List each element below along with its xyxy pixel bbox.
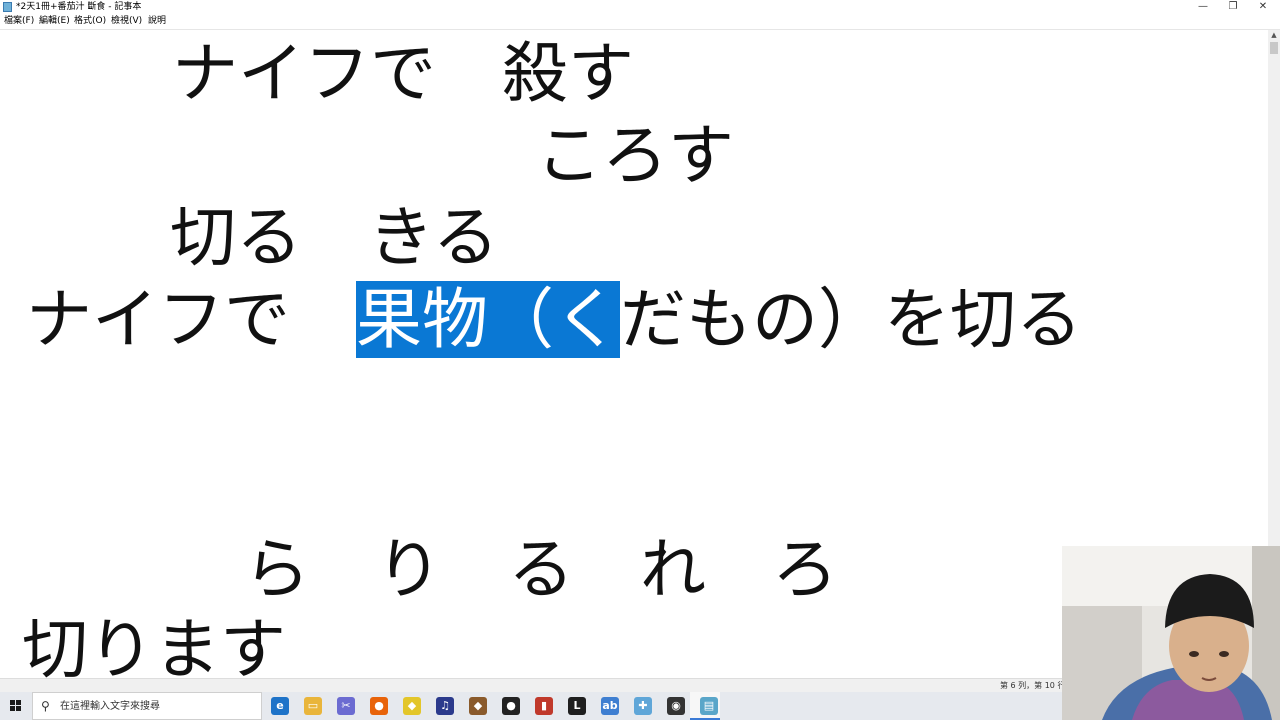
windows-logo-icon-part [16, 700, 21, 705]
record-icon[interactable]: ◉ [667, 697, 685, 715]
windows-logo-icon-part [10, 706, 15, 711]
webcam-overlay [1062, 546, 1280, 720]
menu-edit[interactable]: 編輯(E) [39, 15, 70, 28]
app-blue-icon[interactable]: ab [601, 697, 619, 715]
text-line-4: ナイフで 果物（くだもの）を切る [26, 280, 1082, 360]
menu-view[interactable]: 檢視(V) [111, 15, 142, 28]
menu-format[interactable]: 格式(O) [74, 15, 106, 28]
firefox-icon[interactable]: ● [370, 697, 388, 715]
text-line-2: ころす [536, 117, 734, 194]
text-line-3: 切る きる [170, 199, 499, 276]
restore-button[interactable]: ❐ [1218, 0, 1248, 14]
text-selection: 果物（く [356, 281, 620, 358]
text-line-1: ナイフで 殺す [172, 35, 634, 112]
taskbar-search-box[interactable]: ⚲ 在這裡輸入文字來搜尋 [32, 692, 262, 720]
text-line-4-before: ナイフで [26, 281, 356, 358]
title-bar: *2天1冊+番茄汁 斷食 - 記事本 — ❐ ✕ [0, 0, 1280, 14]
scrollbar-thumb[interactable] [1270, 42, 1278, 54]
close-button[interactable]: ✕ [1248, 0, 1278, 14]
text-line-4-after: だもの）を切る [620, 281, 1082, 358]
windows-logo-icon-part [16, 706, 21, 711]
webcam-image [1062, 546, 1280, 720]
window-title: *2天1冊+番茄汁 斷食 - 記事本 [16, 2, 142, 12]
line-icon[interactable]: L [568, 697, 586, 715]
file-explorer-icon[interactable]: ▭ [304, 697, 322, 715]
text-line-6: 切ります [22, 611, 286, 678]
start-button[interactable] [0, 692, 32, 720]
app-lemon-icon[interactable]: ◆ [403, 697, 421, 715]
scroll-up-arrow-icon[interactable]: ▲ [1268, 30, 1280, 40]
cursor-position: 第 6 列，第 10 行 [1000, 681, 1066, 690]
edge-icon[interactable]: e [271, 697, 289, 715]
search-icon: ⚲ [41, 699, 50, 713]
app-brown-icon[interactable]: ◆ [469, 697, 487, 715]
minimize-button[interactable]: — [1188, 0, 1218, 14]
notepad-icon [3, 2, 12, 12]
app-puzzle-icon[interactable]: ✚ [634, 697, 652, 715]
notepad-icon[interactable]: ▤ [700, 697, 718, 715]
music-icon[interactable]: ♫ [436, 697, 454, 715]
app-book-icon[interactable]: ▮ [535, 697, 553, 715]
search-placeholder: 在這裡輸入文字來搜尋 [60, 701, 160, 712]
menu-file[interactable]: 檔案(F) [4, 15, 34, 28]
obs-icon[interactable]: ● [502, 697, 520, 715]
snip-icon[interactable]: ✂ [337, 697, 355, 715]
text-line-5: ら り る れ ろ [244, 531, 838, 608]
menu-bar: 檔案(F) 編輯(E) 格式(O) 檢視(V) 說明 [0, 14, 1280, 30]
windows-logo-icon [10, 700, 15, 705]
menu-help[interactable]: 說明 [148, 15, 166, 28]
